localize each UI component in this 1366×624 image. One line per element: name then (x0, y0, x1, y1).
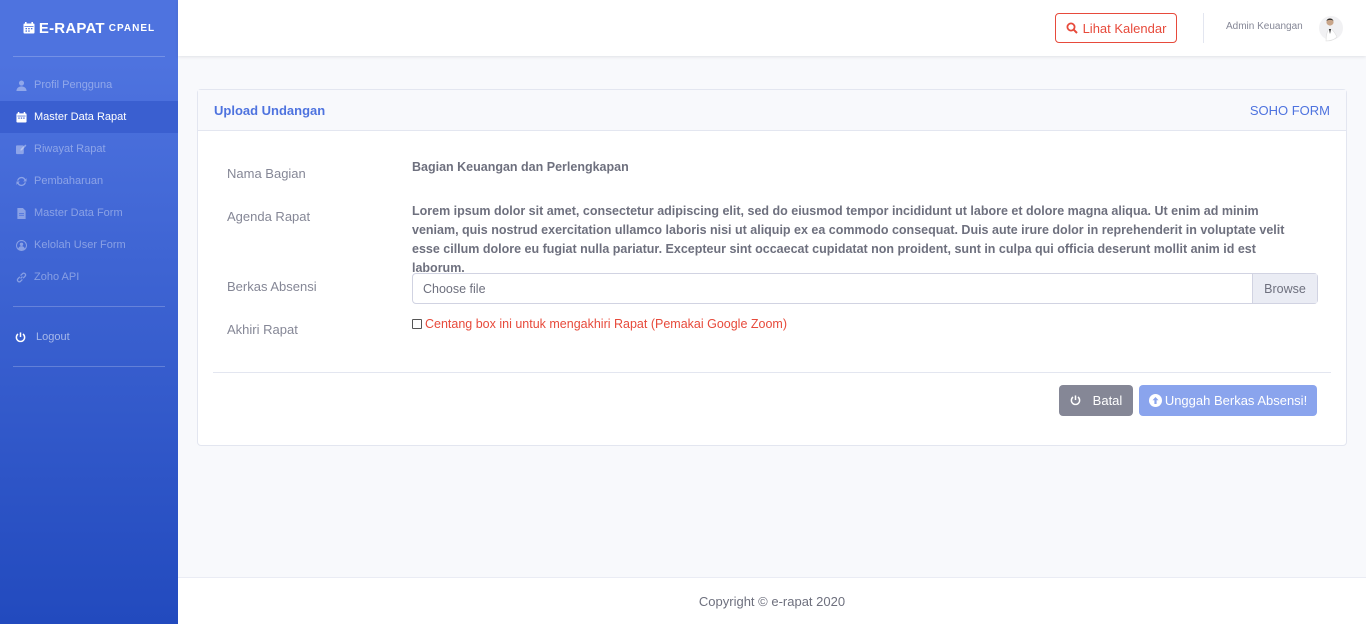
user-circle-icon (15, 239, 27, 251)
sidebar-item-master-data-rapat[interactable]: Master Data Rapat (0, 101, 178, 133)
sidebar-item-label: Kelolah User Form (34, 239, 126, 251)
brand-name: E-RAPAT (38, 19, 105, 37)
brand[interactable]: E-RAPAT CPANEL (0, 0, 178, 56)
topbar: Lihat Kalendar Admin Keuangan (178, 0, 1366, 56)
sidebar-item-label: Zoho API (34, 271, 80, 283)
logout-button[interactable]: Logout (0, 321, 178, 353)
user-icon (15, 79, 27, 91)
akhiri-rapat-label: Akhiri Rapat (227, 322, 298, 337)
form-divider (213, 372, 1331, 373)
browse-button[interactable]: Browse (1252, 274, 1317, 303)
berkas-absensi-file-input[interactable]: Choose file Browse (412, 273, 1318, 304)
sidebar-item-riwayat-rapat[interactable]: Riwayat Rapat (0, 133, 178, 165)
sidebar: E-RAPAT CPANEL Profil Pengguna Master Da… (0, 0, 178, 624)
card-title: Upload Undangan (214, 102, 326, 118)
akhiri-rapat-checkbox-row[interactable]: Centang box ini untuk mengakhiri Rapat (… (412, 317, 787, 331)
logout-section: Logout (0, 321, 178, 353)
card-header: Upload Undangan SOHO FORM (198, 90, 1346, 131)
upload-card: Upload Undangan SOHO FORM Nama Bagian Ba… (197, 89, 1347, 446)
logout-label: Logout (36, 331, 70, 343)
sidebar-divider (13, 366, 165, 367)
footer: Copyright © e-rapat 2020 (178, 577, 1366, 624)
file-input-text[interactable]: Choose file (413, 274, 1252, 303)
sidebar-item-label: Profil Pengguna (34, 79, 113, 91)
sidebar-item-label: Riwayat Rapat (34, 143, 106, 155)
sidebar-nav: Profil Pengguna Master Data Rapat Riwaya… (0, 69, 178, 293)
agenda-rapat-value: Lorem ipsum dolor sit amet, consectetur … (412, 204, 1285, 275)
power-icon (14, 331, 26, 343)
calendar-icon (15, 111, 27, 123)
sidebar-item-kelolah-user-form[interactable]: Kelolah User Form (0, 229, 178, 261)
batal-button[interactable]: Batal (1059, 385, 1133, 416)
sidebar-item-label: Master Data Form (34, 207, 123, 219)
form-name: SOHO FORM (1249, 102, 1330, 118)
sidebar-divider (13, 56, 165, 57)
copyright-text: Copyright © e-rapat 2020 (698, 593, 846, 609)
upload-circle-icon (1148, 394, 1162, 407)
topbar-divider (1203, 13, 1204, 43)
avatar[interactable] (1318, 14, 1344, 42)
user-name[interactable]: Admin Keuangan (1226, 21, 1303, 32)
file-icon (15, 207, 27, 219)
brand-sub: CPANEL (108, 22, 156, 34)
sidebar-item-pembaharuan[interactable]: Pembaharuan (0, 165, 178, 197)
calendar-icon (23, 22, 35, 34)
power-icon (1070, 395, 1080, 406)
sync-icon (15, 175, 27, 187)
unggah-label: Unggah Berkas Absensi! (1164, 393, 1308, 408)
sidebar-item-profil-pengguna[interactable]: Profil Pengguna (0, 69, 178, 101)
berkas-absensi-label: Berkas Absensi (227, 279, 317, 294)
edit-icon (15, 143, 27, 155)
unggah-berkas-button[interactable]: Unggah Berkas Absensi! (1139, 385, 1317, 416)
link-icon (15, 271, 27, 283)
akhiri-rapat-checkbox[interactable] (412, 319, 422, 329)
nama-bagian-value: Bagian Keuangan dan Perlengkapan (412, 160, 629, 174)
nama-bagian-label: Nama Bagian (227, 166, 306, 181)
batal-label: Batal (1092, 393, 1123, 408)
sidebar-item-zoho-api[interactable]: Zoho API (0, 261, 178, 293)
sidebar-item-label: Pembaharuan (34, 175, 104, 187)
agenda-rapat-label: Agenda Rapat (227, 209, 311, 224)
sidebar-divider (13, 306, 165, 307)
sidebar-item-label: Master Data Rapat (34, 111, 127, 123)
search-icon (1066, 22, 1078, 34)
lihat-kalendar-label: Lihat Kalendar (1082, 20, 1167, 36)
sidebar-item-master-data-form[interactable]: Master Data Form (0, 197, 178, 229)
lihat-kalendar-button[interactable]: Lihat Kalendar (1055, 13, 1177, 43)
akhiri-rapat-checkbox-text[interactable]: Centang box ini untuk mengakhiri Rapat (… (425, 317, 787, 331)
